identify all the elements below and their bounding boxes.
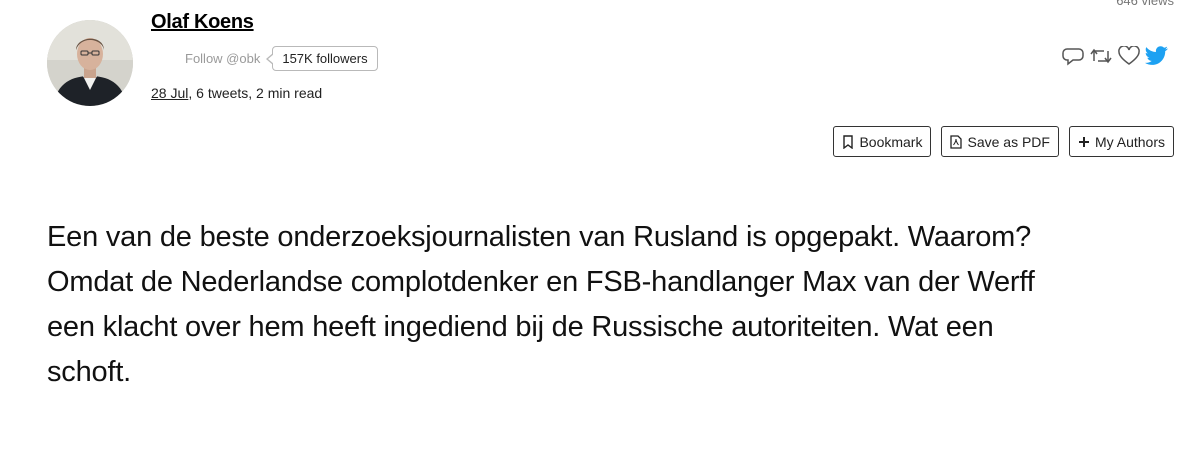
my-authors-button[interactable]: My Authors (1068, 126, 1174, 157)
thread-toolbar: Bookmark Save as PDF My Authors (833, 126, 1174, 157)
save-as-pdf-label: Save as PDF (967, 133, 1050, 150)
plus-icon (1078, 136, 1089, 147)
twitter-bird-icon[interactable] (1144, 44, 1170, 68)
thread-date-link[interactable]: 28 Jul (151, 85, 188, 101)
followers-count-badge: 157K followers (266, 46, 378, 71)
follow-row: Follow @obk 157K followers (185, 46, 378, 71)
bookmark-icon (843, 134, 854, 149)
follow-button[interactable]: Follow @obk (185, 51, 260, 66)
save-as-pdf-button[interactable]: Save as PDF (941, 126, 1059, 157)
tweet-line: een klacht over hem heeft ingediend bij … (47, 311, 994, 343)
heart-icon[interactable] (1116, 44, 1142, 68)
bookmark-label: Bookmark (859, 133, 923, 150)
tweet-actions (1060, 44, 1170, 68)
tweet-line: schoft. (47, 356, 132, 388)
my-authors-label: My Authors (1094, 133, 1165, 150)
tweet-text: Een van de beste onderzoeksjournalisten … (47, 215, 1157, 395)
pdf-file-icon (950, 134, 963, 149)
retweet-icon[interactable] (1088, 44, 1114, 68)
bookmark-button[interactable]: Bookmark (833, 126, 932, 157)
author-name-link[interactable]: Olaf Koens (151, 11, 254, 34)
tweet-line: Omdat de Nederlandse complotdenker en FS… (47, 266, 1035, 298)
thread-meta: 28 Jul, 6 tweets, 2 min read (151, 85, 322, 101)
avatar[interactable] (47, 20, 133, 106)
author-photo (47, 20, 133, 106)
tweet-line: Een van de beste onderzoeksjournalisten … (47, 221, 1032, 253)
thread-summary: , 6 tweets, 2 min read (188, 85, 323, 101)
reply-icon[interactable] (1060, 44, 1086, 68)
views-count: 646 views (1116, 0, 1174, 8)
